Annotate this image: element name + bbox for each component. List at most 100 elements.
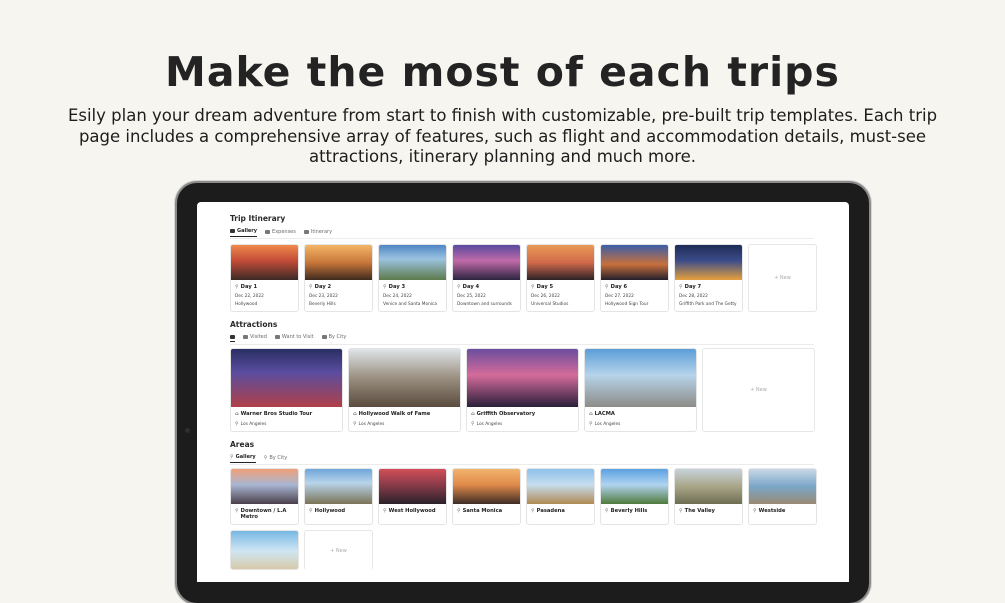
area-card[interactable]: ⚲ Pasadena [526, 468, 595, 525]
tab-by-city[interactable]: ⚲ By City [264, 454, 287, 463]
area-photo [305, 469, 372, 504]
area-card[interactable]: ⚲ Beverly Hills [600, 468, 669, 525]
itinerary-card[interactable]: ⚲ Day 7 Dec 28, 2022 Griffith Park and The … [674, 244, 743, 312]
pin-icon: ⚲ [235, 508, 239, 514]
attraction-photo [231, 349, 342, 407]
day-title: ⚲ Day 4 [457, 284, 480, 290]
area-photo [379, 469, 446, 504]
subtext: Esily plan your dream adventure from sta… [67, 106, 938, 166]
landmark-icon: ⌂ [589, 411, 593, 417]
area-card[interactable]: ⚲ The Valley [674, 468, 743, 525]
pin-icon: ⚲ [457, 508, 461, 514]
itinerary-gallery: ⚲ Day 1 Dec 22, 2022 Hollywood ⚲ Day 2 Dec 23,… [230, 244, 817, 312]
day-photo [675, 245, 742, 280]
itinerary-card[interactable]: ⚲ Day 4 Dec 25, 2022 Downtown and surrounds [452, 244, 521, 312]
tab-itinerary[interactable]: Itinerary [303, 228, 332, 237]
day-title: ⚲ Day 2 [309, 284, 332, 290]
camera-icon [185, 428, 190, 433]
area-photo [601, 469, 668, 504]
pin-icon: ⚲ [471, 421, 475, 427]
attractions-gallery: ⌂ Warner Bros Studio Tour ⚲ Los Angeles ⌂ Hol… [230, 348, 815, 432]
area-name: ⚲ Santa Monica [457, 508, 503, 514]
divider [230, 238, 814, 239]
itinerary-card[interactable]: ⚲ Day 3 Dec 24, 2022 Venice and Santa Monic… [378, 244, 447, 312]
area-name: ⚲ Westside [753, 508, 786, 514]
pin-icon: ⚲ [383, 284, 387, 290]
area-photo [749, 469, 816, 504]
landmark-icon [243, 335, 248, 339]
attraction-card[interactable]: ⌂ Griffith Observatory ⚲ Los Angeles [466, 348, 579, 432]
day-place: Hollywood Sign Tour [605, 302, 649, 307]
pin-icon: ⚲ [753, 508, 757, 514]
area-name: ⚲ The Valley [679, 508, 715, 514]
day-date: Dec 28, 2022 [679, 294, 708, 299]
app-screen: Trip Itinerary Gallery Expenses Itinerar… [197, 202, 849, 582]
pin-icon: ⚲ [679, 508, 683, 514]
day-photo [305, 245, 372, 280]
itinerary-card[interactable]: ⚲ Day 6 Dec 27, 2022 Hollywood Sign Tour [600, 244, 669, 312]
area-card[interactable]: ⚲ Westside [748, 468, 817, 525]
divider [230, 464, 814, 465]
attraction-city: ⚲ Los Angeles [235, 421, 267, 427]
attraction-city: ⚲ Los Angeles [471, 421, 503, 427]
pin-icon: ⚲ [235, 284, 239, 290]
attractions-title: Attractions [230, 320, 278, 329]
pin-icon: ⚲ [263, 454, 268, 461]
pin-icon: ⚲ [309, 508, 313, 514]
area-card[interactable]: ⚲ Santa Monica [452, 468, 521, 525]
itinerary-card[interactable]: ⚲ Day 5 Dec 26, 2022 Universal Studios [526, 244, 595, 312]
tab-all[interactable] [230, 334, 235, 342]
area-card[interactable]: ⚲ West Hollywood [378, 468, 447, 525]
tab-want-to-visit[interactable]: Want to Visit [274, 334, 314, 342]
day-title: ⚲ Day 5 [531, 284, 554, 290]
attraction-card[interactable]: ⌂ Warner Bros Studio Tour ⚲ Los Angeles [230, 348, 343, 432]
attraction-card[interactable]: ⌂ Hollywood Walk of Fame ⚲ Los Angeles [348, 348, 461, 432]
attraction-name: ⌂ LACMA [589, 411, 615, 417]
itinerary-title: Trip Itinerary [230, 214, 286, 223]
attraction-name: ⌂ Warner Bros Studio Tour [235, 411, 313, 417]
landmark-icon: ⌂ [235, 411, 239, 417]
area-name: ⚲ West Hollywood [383, 508, 436, 514]
landmark-icon [321, 335, 327, 339]
attractions-tabs: Visited Want to Visit By City [230, 334, 346, 342]
attraction-photo [349, 349, 460, 407]
day-photo [527, 245, 594, 280]
new-card-button[interactable]: + New [748, 244, 817, 312]
day-place: Hollywood [235, 302, 258, 307]
day-place: Venice and Santa Monica [383, 302, 438, 307]
tab-expenses[interactable]: Expenses [265, 228, 296, 237]
attraction-name: ⌂ Griffith Observatory [471, 411, 536, 417]
new-card-button[interactable]: + New [702, 348, 815, 432]
day-title: ⚲ Day 1 [235, 284, 258, 290]
area-card[interactable] [230, 530, 299, 570]
pin-icon: ⚲ [605, 508, 609, 514]
day-date: Dec 26, 2022 [531, 294, 560, 299]
tab-gallery[interactable]: ⚲ Gallery [230, 454, 256, 463]
pin-icon: ⚲ [235, 421, 239, 427]
itinerary-card[interactable]: ⚲ Day 1 Dec 22, 2022 Hollywood [230, 244, 299, 312]
tab-gallery[interactable]: Gallery [230, 228, 258, 237]
pin-icon: ⚲ [457, 284, 461, 290]
area-name: ⚲ Pasadena [531, 508, 565, 514]
area-name: ⚲ Downtown / L.A Metro [235, 508, 287, 520]
day-date: Dec 24, 2022 [383, 294, 412, 299]
headline: Make the most of each trips [165, 48, 840, 96]
area-card[interactable]: ⚲ Downtown / L.A Metro [230, 468, 299, 525]
area-card[interactable]: ⚲ Hollywood [304, 468, 373, 525]
new-card-button[interactable]: + New [304, 530, 373, 570]
day-photo [601, 245, 668, 280]
tab-by-city[interactable]: By City [321, 334, 346, 342]
area-photo [453, 469, 520, 504]
day-date: Dec 27, 2022 [605, 294, 634, 299]
attraction-name: ⌂ Hollywood Walk of Fame [353, 411, 431, 417]
itinerary-card[interactable]: ⚲ Day 2 Dec 23, 2022 Beverly Hills [304, 244, 373, 312]
pin-icon: ⚲ [353, 421, 357, 427]
attraction-card[interactable]: ⌂ LACMA ⚲ Los Angeles [584, 348, 697, 432]
attraction-city: ⚲ Los Angeles [353, 421, 385, 427]
attraction-city: ⚲ Los Angeles [589, 421, 621, 427]
tab-visited[interactable]: Visited [243, 334, 267, 342]
day-date: Dec 23, 2022 [309, 294, 338, 299]
table-icon [303, 229, 309, 234]
areas-gallery: ⚲ Downtown / L.A Metro ⚲ Hollywood ⚲ West Hol… [230, 468, 820, 570]
areas-tabs: ⚲ Gallery ⚲ By City [230, 454, 287, 463]
